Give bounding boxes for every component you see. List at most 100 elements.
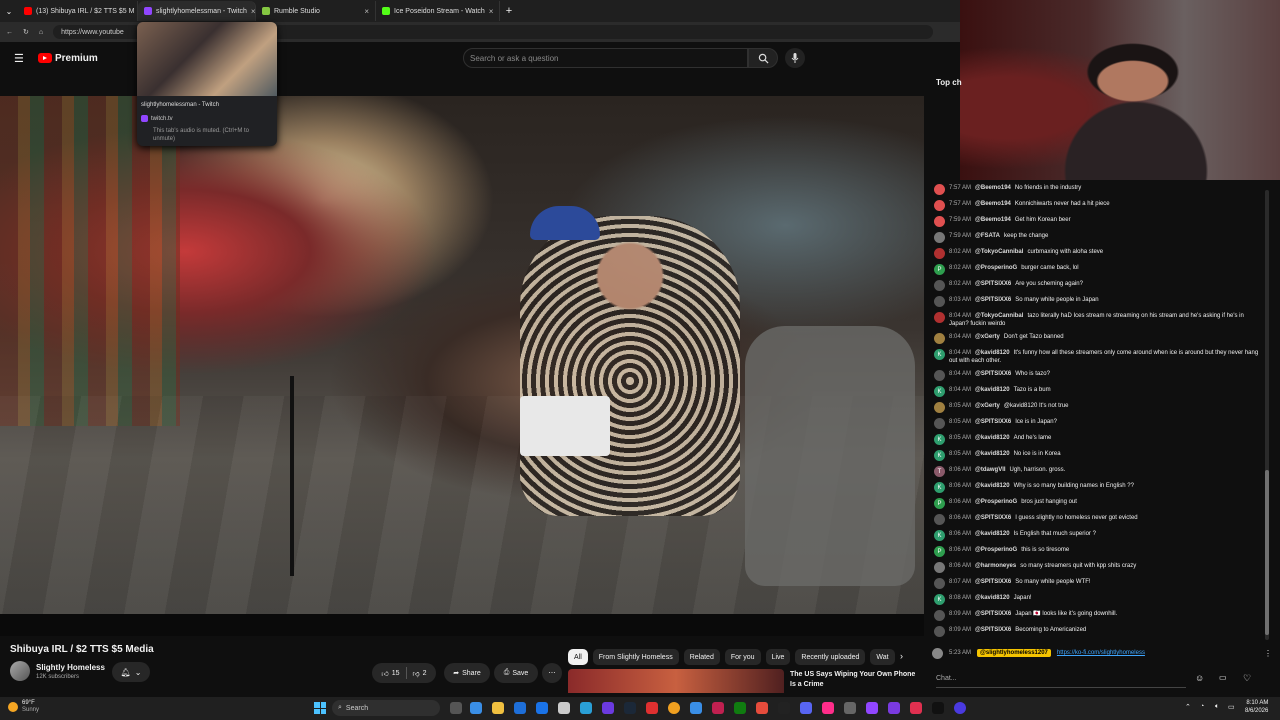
- chat-username[interactable]: @ProsperinoG: [975, 547, 1017, 553]
- video-player[interactable]: [0, 96, 924, 614]
- amazon-icon[interactable]: [558, 702, 570, 714]
- emoji-icon[interactable]: ☺: [1195, 673, 1204, 683]
- battery-icon[interactable]: ▭: [1228, 703, 1235, 711]
- avatar[interactable]: [934, 418, 945, 429]
- chat-username[interactable]: @kavid8120: [975, 435, 1010, 441]
- chat-username[interactable]: @kavid8120: [975, 350, 1010, 356]
- app-icon[interactable]: [844, 702, 856, 714]
- chip-related[interactable]: Related: [683, 649, 720, 665]
- avatar[interactable]: [934, 333, 945, 344]
- search-button[interactable]: [748, 48, 778, 68]
- chat-username[interactable]: @Beemo194: [975, 201, 1011, 207]
- chat-username[interactable]: @kavid8120: [975, 483, 1010, 489]
- avatar[interactable]: [934, 610, 945, 621]
- tab-kick[interactable]: Ice Poseidon Stream - Watch ×: [376, 1, 500, 21]
- clock[interactable]: 8:10 AM 8/6/2026: [1245, 699, 1268, 715]
- chevron-right-icon[interactable]: ›: [900, 651, 903, 661]
- taskbar-search[interactable]: ⌕ Search: [332, 700, 440, 716]
- chip-from-channel[interactable]: From Slightly Homeless: [592, 649, 679, 665]
- notifications-button[interactable]: 🔔︎ ⌄: [112, 662, 150, 682]
- avatar[interactable]: [934, 216, 945, 227]
- avatar[interactable]: [934, 280, 945, 291]
- chat-input[interactable]: Chat...: [936, 670, 1186, 688]
- more-actions-button[interactable]: ⋯: [542, 663, 562, 683]
- home-icon[interactable]: ⌂: [39, 29, 43, 36]
- chat-username[interactable]: @TokyoCannibal: [975, 249, 1023, 255]
- app-icon[interactable]: [954, 702, 966, 714]
- save-button[interactable]: ⎙ Save: [494, 663, 538, 683]
- chat-username[interactable]: @xGerty: [975, 403, 1000, 409]
- avatar[interactable]: [934, 578, 945, 589]
- avatar[interactable]: [934, 514, 945, 525]
- avatar[interactable]: K: [934, 482, 945, 493]
- chat-username[interactable]: @kavid8120: [975, 595, 1010, 601]
- avatar[interactable]: P: [934, 498, 945, 509]
- chip-all[interactable]: All: [568, 649, 588, 665]
- chip-live[interactable]: Live: [765, 649, 791, 665]
- pinned-link[interactable]: https://ko-fi.com/slightlyhomeless: [1057, 650, 1145, 656]
- recommended-video[interactable]: The US Says Wiping Your Own Phone Is a C…: [568, 669, 918, 693]
- twitch-icon[interactable]: [866, 702, 878, 714]
- chat-username[interactable]: @TokyoCannibal: [975, 313, 1023, 319]
- back-icon[interactable]: ←: [6, 29, 13, 36]
- chat-username[interactable]: @ProsperinoG: [975, 499, 1017, 505]
- edge-app-icon[interactable]: [580, 702, 592, 714]
- app-icon[interactable]: [888, 702, 900, 714]
- avatar[interactable]: T: [934, 466, 945, 477]
- voice-search-button[interactable]: [785, 48, 805, 68]
- app-icon[interactable]: [690, 702, 702, 714]
- like-button[interactable]: 👍︎ 15: [381, 669, 399, 678]
- avatar[interactable]: [934, 312, 945, 323]
- channel-name[interactable]: Slightly Homeless: [36, 663, 105, 672]
- avatar[interactable]: K: [934, 434, 945, 445]
- avatar[interactable]: [934, 626, 945, 637]
- chat-username[interactable]: @Beemo194: [975, 217, 1011, 223]
- avatar[interactable]: K: [934, 450, 945, 461]
- chat-username[interactable]: @SPITSIXX6: [975, 611, 1011, 617]
- avatar[interactable]: K: [934, 386, 945, 397]
- chat-username[interactable]: @tdawgVII: [975, 467, 1006, 473]
- chat-username[interactable]: @Beemo194: [975, 185, 1011, 191]
- chat-username[interactable]: @SPITSIXX6: [975, 515, 1011, 521]
- wifi-icon[interactable]: ◔: [1200, 703, 1204, 710]
- chat-scroll-thumb[interactable]: [1265, 470, 1269, 635]
- app-icon[interactable]: [646, 702, 658, 714]
- task-view-icon[interactable]: [450, 702, 462, 714]
- volume-icon[interactable]: 🔈︎: [1215, 703, 1219, 711]
- chip-recently-uploaded[interactable]: Recently uploaded: [795, 649, 866, 665]
- more-vert-icon[interactable]: ⋮: [1264, 649, 1272, 658]
- new-tab-icon[interactable]: +: [500, 5, 518, 17]
- avatar[interactable]: [934, 248, 945, 259]
- discord-icon[interactable]: [800, 702, 812, 714]
- app-icon[interactable]: [910, 702, 922, 714]
- search-input[interactable]: Search or ask a question: [463, 48, 748, 68]
- chrome-icon[interactable]: [668, 702, 680, 714]
- start-button[interactable]: [314, 702, 326, 714]
- chat-username[interactable]: @ProsperinoG: [975, 265, 1017, 271]
- avatar[interactable]: K: [934, 349, 945, 360]
- chat-username[interactable]: @SPITSIXX6: [975, 579, 1011, 585]
- avatar[interactable]: [934, 200, 945, 211]
- close-tab-icon[interactable]: ×: [489, 7, 494, 16]
- chat-username[interactable]: @xGerty: [975, 334, 1000, 340]
- tray-chevron-icon[interactable]: ⌃: [1185, 703, 1191, 711]
- tab-list-icon[interactable]: ⌄: [0, 7, 18, 16]
- youtube-logo[interactable]: Premium: [38, 53, 98, 64]
- app-icon[interactable]: [778, 702, 790, 714]
- store-icon[interactable]: [514, 702, 526, 714]
- chat-username[interactable]: @kavid8120: [975, 387, 1010, 393]
- chat-username[interactable]: @SPITSIXX6: [975, 371, 1011, 377]
- avatar[interactable]: P: [934, 264, 945, 275]
- menu-icon[interactable]: ☰: [14, 52, 24, 65]
- chat-username[interactable]: @kavid8120: [975, 531, 1010, 537]
- avatar[interactable]: P: [934, 546, 945, 557]
- edge-icon[interactable]: [470, 702, 482, 714]
- close-tab-icon[interactable]: ×: [364, 7, 369, 16]
- avatar[interactable]: [934, 184, 945, 195]
- chat-username[interactable]: @harmoneyes: [975, 563, 1016, 569]
- avatar[interactable]: [934, 402, 945, 413]
- chat-username[interactable]: @SPITSIXX6: [975, 419, 1011, 425]
- xbox-icon[interactable]: [734, 702, 746, 714]
- dislike-button[interactable]: 👎︎ 2: [413, 669, 427, 678]
- chip-watched[interactable]: Wat: [870, 649, 895, 665]
